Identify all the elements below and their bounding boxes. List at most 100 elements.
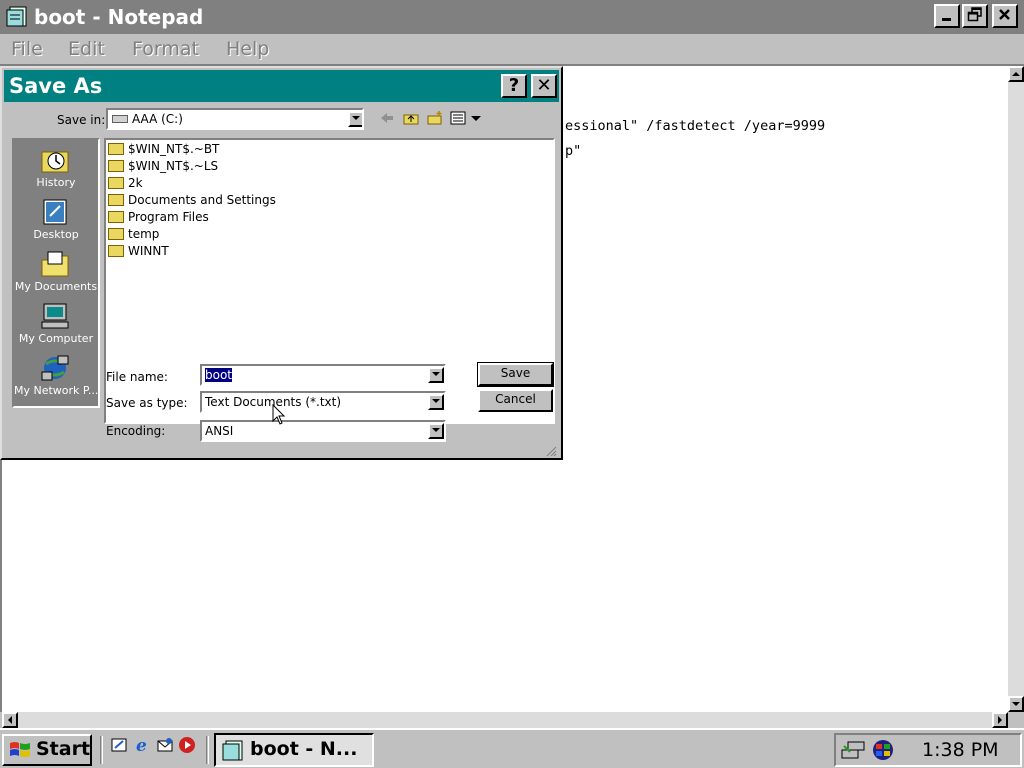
back-arrow-icon [381,113,393,123]
restore-button[interactable] [962,4,988,28]
folder-icon [108,210,124,223]
file-name-label: File name: [106,370,168,384]
windows-logo-icon [10,742,30,757]
list-item[interactable]: Documents and Settings [108,192,276,209]
place-label: My Computer [18,332,94,345]
list-item[interactable]: temp [108,226,159,243]
menu-format[interactable]: Format [132,37,199,61]
text-line: essional" /fastdetect /year=9999 [565,118,826,134]
chevron-down-icon [352,116,360,120]
file-item-label: Program Files [128,210,209,224]
cancel-button[interactable]: Cancel [478,389,553,412]
list-item[interactable]: $WIN_NT$.~LS [108,158,218,175]
menu-help[interactable]: Help [226,37,269,61]
menu-edit[interactable]: Edit [68,37,105,61]
save-in-label: Save in: [57,113,106,127]
scroll-up-button[interactable] [1008,66,1024,82]
save-in-dropdown[interactable]: AAA (C:) [106,108,364,130]
arrow-down-icon [1012,702,1020,706]
notepad-icon [222,740,243,761]
arrow-right-icon [998,716,1002,724]
internet-explorer-icon[interactable]: e [134,736,152,754]
place-label: My Network P... [14,384,99,397]
network-connection-icon[interactable] [840,738,866,762]
scroll-right-button[interactable] [992,712,1008,728]
media-player-icon[interactable] [178,736,196,754]
up-one-level-button[interactable] [402,110,420,126]
folder-icon [108,159,124,172]
scroll-down-button[interactable] [1008,696,1024,712]
resize-grip-icon[interactable] [545,445,557,457]
minimize-button[interactable] [934,4,960,28]
arrow-up-icon [1012,72,1020,76]
place-history[interactable]: History [14,144,98,194]
my-computer-icon [41,303,69,329]
place-my-computer[interactable]: My Computer [14,300,98,350]
start-label: Start [36,738,91,760]
chevron-down-icon [432,372,440,376]
file-name-input[interactable]: boot [200,364,446,386]
place-my-network[interactable]: My Network P... [14,352,98,402]
svg-text:e: e [136,736,147,754]
view-menu-button[interactable] [450,110,484,126]
dialog-title: Save As [9,74,103,98]
type-dropdown-arrow[interactable] [428,394,444,410]
save-in-dropdown-arrow[interactable] [348,111,362,127]
file-name-value: boot [205,368,233,382]
system-tray: 1:38 PM [834,733,1022,767]
list-item[interactable]: $WIN_NT$.~BT [108,141,219,158]
list-item[interactable]: Program Files [108,209,209,226]
taskbar-divider [100,736,103,764]
clock: 1:38 PM [922,739,999,761]
place-desktop[interactable]: Desktop [14,196,98,246]
windows-tray-icon[interactable] [870,738,896,762]
encoding-dropdown-arrow[interactable] [428,423,444,439]
history-icon [41,151,69,173]
network-icon [41,355,69,381]
encoding-value: ANSI [205,424,234,438]
help-icon: ? [508,75,520,96]
text-line: p" [565,143,582,159]
outlook-express-icon[interactable] [156,736,174,754]
save-in-value: AAA (C:) [132,112,183,126]
size-grip[interactable] [1008,712,1024,728]
close-button[interactable] [992,4,1018,28]
file-item-label: temp [128,227,160,241]
list-item[interactable]: WINNT [108,243,169,260]
file-item-label: $WIN_NT$.~BT [128,142,220,156]
save-button[interactable]: Save [477,362,554,387]
new-folder-button[interactable] [426,110,444,126]
window-title: boot - Notepad [34,5,204,29]
encoding-select[interactable]: ANSI [200,420,446,442]
file-name-dropdown-arrow[interactable] [428,367,444,383]
menu-file[interactable]: File [11,37,43,61]
start-button[interactable]: Start [2,734,92,766]
chevron-down-icon [432,399,440,403]
horizontal-scrollbar[interactable] [2,712,1008,728]
list-item[interactable]: 2k [108,175,143,192]
drive-icon [112,115,128,123]
menu-bar: File Edit Format Help [0,34,1024,64]
taskbar-button-notepad[interactable]: boot - N... [214,733,374,767]
close-icon [999,9,1010,20]
place-label: Desktop [33,228,79,241]
restore-icon [967,7,982,22]
file-item-label: WINNT [128,244,169,258]
dialog-close-button[interactable]: ✕ [531,74,557,98]
back-button[interactable] [378,110,396,126]
mouse-cursor-icon [272,404,286,425]
save-as-type-select[interactable]: Text Documents (*.txt) [200,391,446,413]
places-bar: History Desktop My Documents My Computer… [12,138,100,408]
show-desktop-icon[interactable] [110,736,128,754]
place-my-documents[interactable]: My Documents [14,248,98,298]
help-button[interactable]: ? [501,74,527,98]
dialog-title-bar[interactable]: Save As ? ✕ [4,70,559,102]
place-label: My Documents [14,280,98,293]
my-documents-icon [41,251,69,277]
notepad-title-bar[interactable]: boot - Notepad [0,0,1024,34]
vertical-scrollbar[interactable] [1008,66,1024,712]
notepad-icon [6,6,27,27]
close-icon: ✕ [536,75,552,96]
arrow-left-icon [8,716,12,724]
scroll-left-button[interactable] [2,712,18,728]
